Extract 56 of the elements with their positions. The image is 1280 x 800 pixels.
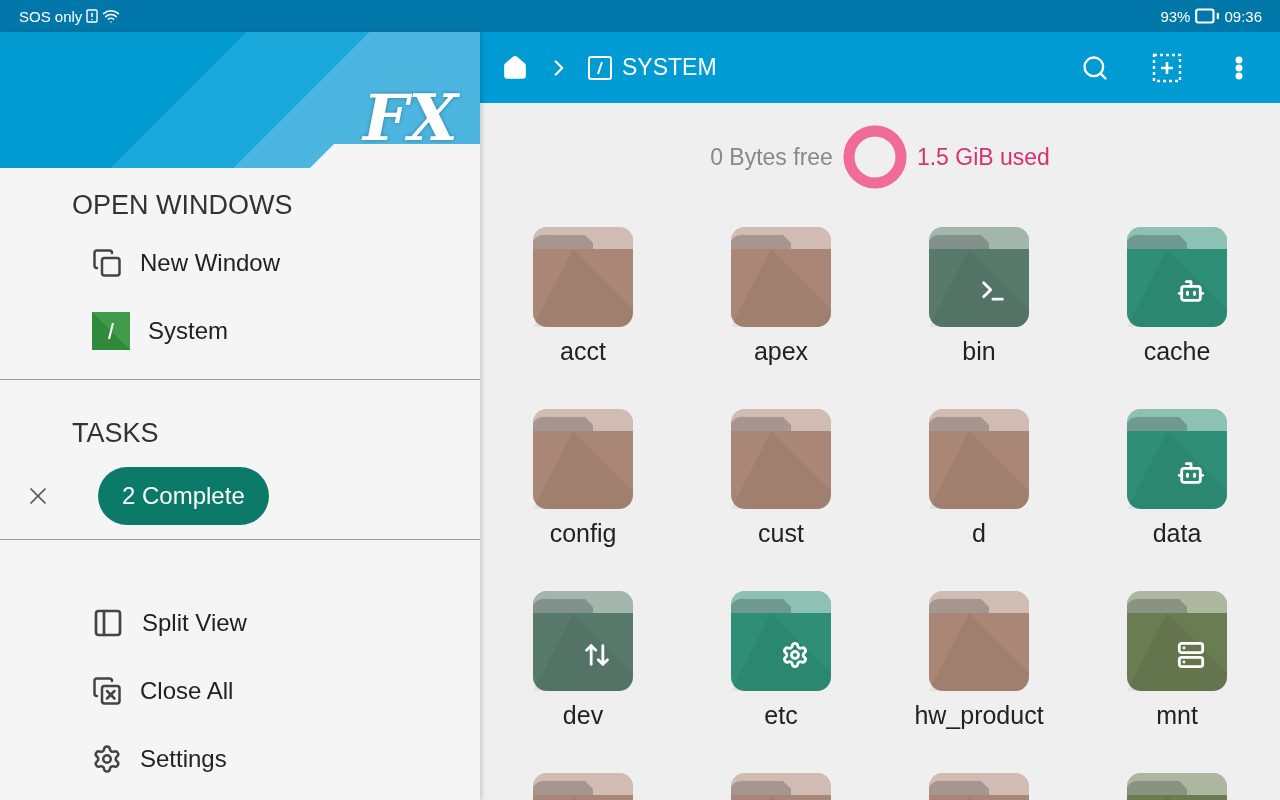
more-icon xyxy=(1235,55,1243,80)
android-icon xyxy=(1177,459,1205,487)
folder-icon[interactable] xyxy=(731,409,831,509)
wifi-icon xyxy=(102,7,121,25)
menu-item[interactable]: Close All xyxy=(140,677,234,705)
folder-name: data xyxy=(1152,519,1202,548)
battery-percent: 93% xyxy=(1160,7,1191,25)
used-space-text: 1.5 GiB used xyxy=(916,143,1050,171)
window-item[interactable]: New Window xyxy=(140,249,281,277)
folder-name: etc xyxy=(764,701,798,730)
folder-icon[interactable] xyxy=(929,591,1029,691)
folder-slash-icon xyxy=(92,312,130,350)
carrier-text: SOS only xyxy=(19,7,83,25)
task-status-button[interactable]: 2 Complete xyxy=(98,467,269,525)
menu-item[interactable]: Split View xyxy=(142,609,247,637)
panel-icon xyxy=(92,607,124,639)
free-space-text: 0 Bytes free xyxy=(710,143,833,171)
window-item[interactable]: System xyxy=(148,317,228,345)
gear-icon xyxy=(781,641,809,669)
root-folder-icon xyxy=(588,55,612,80)
folder-name: d xyxy=(972,519,986,548)
server-icon xyxy=(1177,641,1205,669)
folder-name: hw_product xyxy=(914,701,1044,730)
folder-icon[interactable] xyxy=(929,227,1029,327)
folder-icon[interactable] xyxy=(1127,227,1227,327)
clock-text: 09:36 xyxy=(1224,7,1262,25)
folder-name: cust xyxy=(758,519,804,548)
folder-icon[interactable] xyxy=(533,409,633,509)
folder-name: cache xyxy=(1143,337,1211,366)
sim-icon xyxy=(86,9,99,23)
section-title: OPEN WINDOWS xyxy=(72,190,294,221)
settings-icon xyxy=(92,744,122,774)
close-windows-icon xyxy=(92,676,122,706)
folder-name: mnt xyxy=(1156,701,1198,730)
storage-donut xyxy=(842,125,907,189)
copy-icon xyxy=(92,248,122,278)
folder-icon[interactable] xyxy=(533,591,633,691)
folder-icon[interactable] xyxy=(1127,591,1227,691)
menu-item[interactable]: Settings xyxy=(140,745,227,773)
folder-icon[interactable] xyxy=(929,409,1029,509)
folder-name: config xyxy=(549,519,617,548)
folder-name: dev xyxy=(562,701,604,730)
folder-icon[interactable] xyxy=(731,591,831,691)
arrows-icon xyxy=(583,641,611,669)
app-logo: FX xyxy=(362,86,458,150)
folder-icon[interactable] xyxy=(1127,409,1227,509)
folder-name: bin xyxy=(962,337,996,366)
home-icon[interactable] xyxy=(502,54,528,81)
folder-name: apex xyxy=(753,337,809,366)
folder-name: acct xyxy=(560,337,606,366)
android-icon xyxy=(1177,277,1205,305)
folder-icon[interactable] xyxy=(533,227,633,327)
search-icon xyxy=(1081,53,1109,82)
dashed-plus-icon xyxy=(1152,52,1182,83)
folder-icon[interactable] xyxy=(731,227,831,327)
section-title: TASKS xyxy=(72,418,160,449)
